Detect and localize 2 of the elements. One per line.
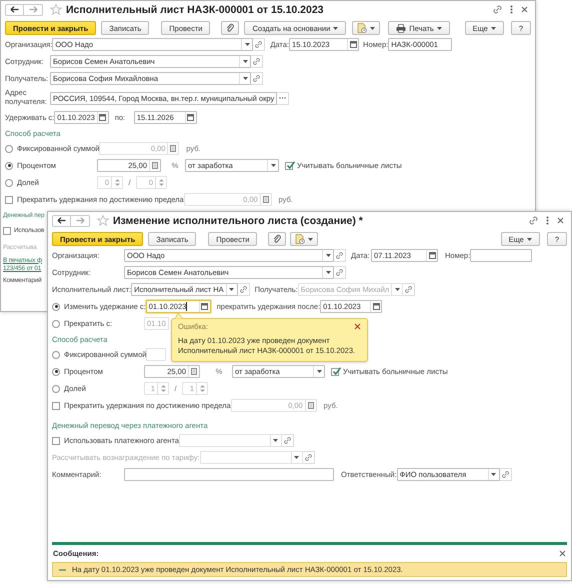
- window-title: Исполнительный лист НАЗК-000001 от 15.10.2023: [66, 4, 324, 16]
- window-title: Изменение исполнительного листа (создание) *: [113, 214, 363, 226]
